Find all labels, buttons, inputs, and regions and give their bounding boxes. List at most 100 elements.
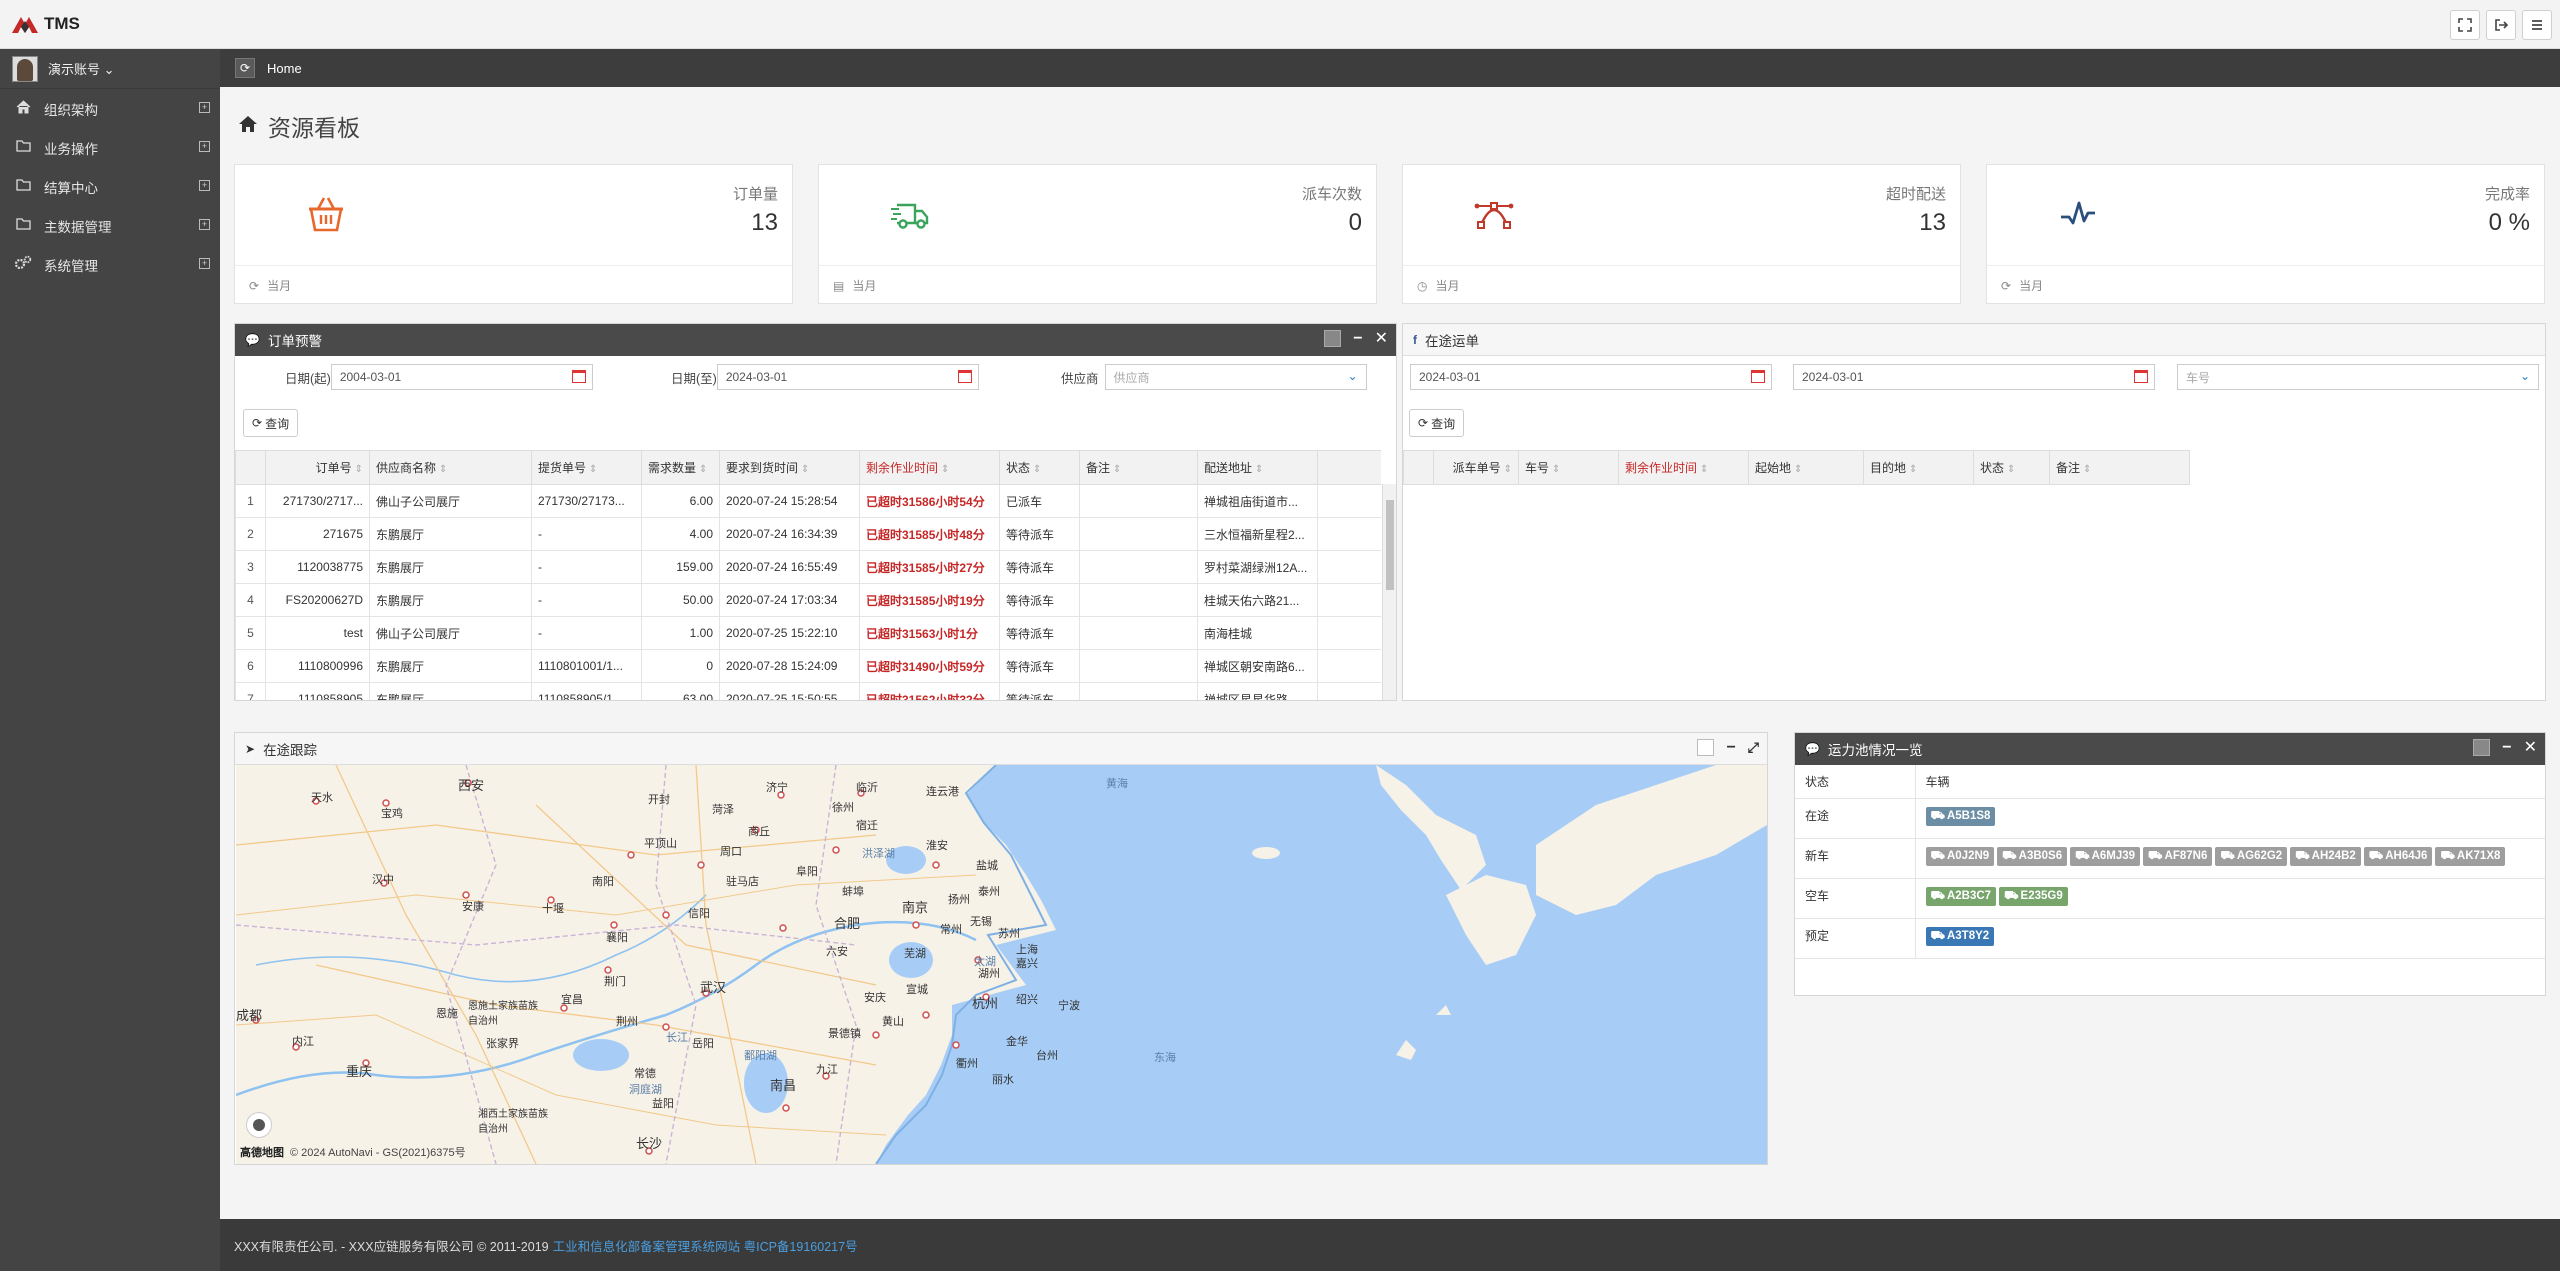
map-label: 济宁 — [766, 782, 788, 794]
column-header[interactable]: 备注 ⇕ — [1079, 450, 1198, 485]
fullscreen-button[interactable] — [2450, 10, 2480, 40]
column-header[interactable]: 订单号 ⇕ — [265, 450, 370, 485]
vehicle-chip[interactable]: ⛟ AH64J6 — [2363, 847, 2433, 866]
vehicle-chip[interactable]: ⛟ AK71X8 — [2435, 847, 2506, 866]
table-row[interactable]: 3 1120038775 东鹏展厅 -159.00 2020-07-24 16:55:4… — [235, 550, 1381, 584]
column-header[interactable]: 状态 ⇕ — [999, 450, 1080, 485]
vehicle-select[interactable]: 车号 ⌄ — [2177, 364, 2539, 390]
vehicle-chip[interactable]: ⛟ A5B1S8 — [1925, 807, 1996, 826]
column-header[interactable]: 配送地址 ⇕ — [1197, 450, 1318, 485]
column-header[interactable]: 备注 ⇕ — [2049, 450, 2190, 485]
orders-table: 订单号 ⇕ 供应商名称 ⇕ 提货单号 ⇕ 需求数量 ⇕ 要求到货时间 ⇕ 剩余作业时间 ⇕ … — [235, 450, 1381, 700]
column-header[interactable]: 目的地 ⇕ — [1863, 450, 1974, 485]
stat-value: 13 — [1919, 209, 1946, 236]
date-from-input[interactable]: 2004-03-01 — [330, 364, 593, 390]
table-cell: 东鹏展厅 — [369, 517, 532, 551]
sidebar-item-label: 结算中心 — [44, 180, 98, 196]
table-cell: 4 — [235, 583, 266, 617]
vehicle-chip[interactable]: ⛟ A6MJ39 — [2070, 847, 2141, 866]
table-cell — [1079, 682, 1198, 700]
date-to-input[interactable]: 2024-03-01 — [716, 364, 979, 390]
expand-icon: + — [199, 219, 210, 230]
table-cell — [1079, 517, 1198, 551]
table-cell: 等待派车 — [999, 682, 1080, 700]
logout-button[interactable] — [2486, 10, 2516, 40]
minimize-button[interactable]: − — [2502, 739, 2511, 756]
vehicle-chip[interactable]: ⛟ E235G9 — [1999, 887, 2068, 906]
vehicle-chip[interactable]: ⛟ A3B0S6 — [1997, 847, 2068, 866]
vehicle-chip[interactable]: ⛟ A0J2N9 — [1925, 847, 1995, 866]
map-label: 汉中 — [372, 874, 394, 886]
query-button[interactable]: ⟳ 查询 — [243, 409, 299, 437]
table-cell — [1317, 517, 1381, 551]
vehicle-chip[interactable]: ⛟ A3T8Y2 — [1925, 927, 1995, 946]
home-icon — [238, 113, 258, 139]
vehicle-plate: AG62G2 — [2236, 850, 2283, 862]
orders-scrollbar[interactable] — [1382, 484, 1396, 700]
vehicle-chip[interactable]: ⛟ AF87N6 — [2143, 847, 2213, 866]
chevron-down-icon: ⌄ — [2519, 369, 2530, 383]
transit-query-button[interactable]: ⟳ 查询 — [1409, 409, 1465, 437]
refresh-icon[interactable]: ⟳ — [235, 58, 255, 78]
transit-date-from-input[interactable]: 2024-03-01 — [1410, 364, 1772, 390]
map-label: 信阳 — [688, 908, 710, 920]
table-cell: 1120038775 — [265, 550, 370, 584]
column-header[interactable]: 车号 ⇕ — [1518, 450, 1619, 485]
table-row[interactable]: 1 271730/2717... 佛山子公司展厅 271730/27173... 6.0… — [235, 484, 1381, 518]
breadcrumb-home[interactable]: Home — [267, 61, 302, 76]
supplier-select[interactable]: 供应商 ⌄ — [1104, 364, 1367, 390]
column-header[interactable]: 要求到货时间 ⇕ — [719, 450, 860, 485]
sidebar-item-masterdata[interactable]: 主数据管理 + — [0, 206, 220, 245]
minimize-button[interactable]: − — [1726, 739, 1735, 756]
map-label: 安康 — [462, 901, 484, 913]
brand-logo[interactable]: TMS — [10, 12, 80, 36]
expand-icon[interactable]: ⤢ — [1748, 739, 1759, 756]
table-row[interactable]: 6 1110800996 东鹏展厅 1110801001/1... 0 2020-07-2… — [235, 649, 1381, 683]
table-cell: 271730/27173... — [531, 484, 642, 518]
stat-value: 0 — [1348, 209, 1362, 236]
truck-icon: ⛟ — [2004, 890, 2019, 902]
table-row[interactable]: 4 FS20200627D 东鹏展厅 -50.00 2020-07-24 17:03:3… — [235, 583, 1381, 617]
vehicle-plate: AK71X8 — [2456, 850, 2501, 862]
footer-icp-link[interactable]: 工业和信息化部备案管理系统网站 粤ICP备19160217号 — [553, 1236, 858, 1255]
map-view[interactable]: 西安 天水 宝鸡 汉中 安康 十堰 襄阳 荆门 宜昌 重庆 成都 内江 武汉 荆… — [236, 765, 1767, 1164]
column-header[interactable]: 供应商名称 ⇕ — [369, 450, 532, 485]
panel-settings-button[interactable] — [1697, 739, 1715, 756]
sidebar-item-business[interactable]: 业务操作 + — [0, 128, 220, 167]
map-label: 上海 — [1016, 944, 1038, 956]
minimize-button[interactable]: − — [1353, 330, 1362, 347]
column-header[interactable]: 起始地 ⇕ — [1748, 450, 1864, 485]
column-header[interactable]: 剩余作业时间 ⇕ — [1618, 450, 1749, 485]
column-header[interactable]: 状态 ⇕ — [1973, 450, 2050, 485]
table-row[interactable]: 2 271675 东鹏展厅 -4.00 2020-07-24 16:34:39 已超时31… — [235, 517, 1381, 551]
sidebar-item-system[interactable]: 系统管理 + — [0, 245, 220, 284]
map-label: 荆门 — [604, 976, 626, 988]
close-button[interactable]: ✕ — [1375, 330, 1388, 347]
sign-out-icon — [2495, 19, 2508, 31]
panel-settings-button[interactable] — [2473, 739, 2491, 756]
sidebar-item-org[interactable]: 组织架构 + — [0, 89, 220, 128]
table-row[interactable]: 7 1110858905 东鹏展厅 1110858905/1... 63.00 2020-… — [235, 682, 1381, 700]
column-header[interactable]: 剩余作业时间 ⇕ — [859, 450, 1000, 485]
table-cell — [1317, 649, 1381, 683]
map-label: 成都 — [236, 1008, 263, 1023]
menu-toggle-button[interactable] — [2522, 10, 2552, 40]
column-header[interactable]: 提货单号 ⇕ — [531, 450, 642, 485]
vehicle-chip[interactable]: ⛟ AG62G2 — [2215, 847, 2288, 866]
vehicle-chip[interactable]: ⛟ AH24B2 — [2290, 847, 2361, 866]
map-label: 常德 — [634, 1068, 656, 1080]
capacity-table: 状态 车辆 在途 ⛟ A5B1S8 新车 ⛟ A0J2N9 ⛟ A3B0S6 ⛟ A6MJ39 ⛟ A… — [1795, 765, 2545, 959]
sidebar-item-settlement[interactable]: 结算中心 + — [0, 167, 220, 206]
user-menu[interactable]: 演示账号 ⌄ — [0, 49, 220, 89]
transit-date-to-input[interactable]: 2024-03-01 — [1793, 364, 2155, 390]
column-header[interactable]: 需求数量 ⇕ — [641, 450, 720, 485]
vehicle-chip[interactable]: ⛟ A2B3C7 — [1925, 887, 1997, 906]
table-cell — [1317, 583, 1381, 617]
locate-button[interactable] — [246, 1112, 272, 1138]
table-row[interactable]: 5 test 佛山子公司展厅 -1.00 2020-07-25 15:22:10 已超时3… — [235, 616, 1381, 650]
basket-icon — [309, 197, 343, 232]
column-header[interactable]: 派车单号 ⇕ — [1433, 450, 1519, 485]
footer-copyright: XXX有限责任公司. - XXX应链服务有限公司 © 2011-2019 — [234, 1239, 549, 1254]
close-button[interactable]: ✕ — [2524, 739, 2537, 756]
panel-settings-button[interactable] — [1324, 330, 1342, 347]
